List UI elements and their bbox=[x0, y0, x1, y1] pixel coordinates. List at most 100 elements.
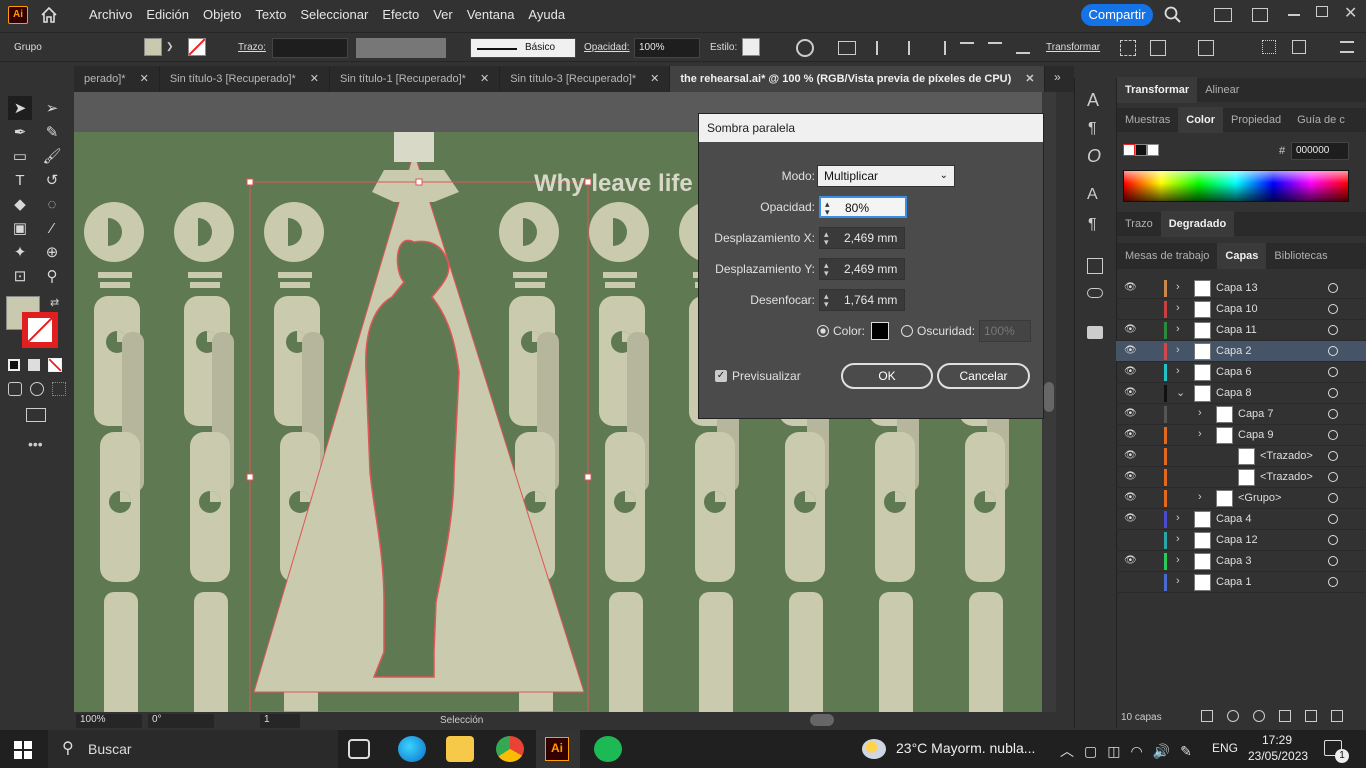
layer-row[interactable]: 👁 ⌄ Capa 8 bbox=[1116, 383, 1366, 404]
tab-libraries[interactable]: Bibliotecas bbox=[1266, 243, 1335, 269]
tab-transform[interactable]: Transformar bbox=[1117, 77, 1198, 103]
notifications-icon[interactable]: 1 bbox=[1324, 740, 1349, 763]
eraser-tool-icon[interactable]: ◆ bbox=[8, 192, 32, 216]
stroke-weight-dropdown[interactable] bbox=[272, 38, 348, 58]
chevron-right-icon[interactable]: › bbox=[1176, 512, 1180, 524]
blur-input[interactable]: ▴ ▾ 1,764 mm bbox=[819, 289, 905, 311]
share-button[interactable]: Compartir bbox=[1081, 4, 1153, 26]
layer-row[interactable]: 👁 › Capa 7 bbox=[1116, 404, 1366, 425]
chrome-icon[interactable] bbox=[496, 736, 524, 762]
blend-tool-icon[interactable]: ⊕ bbox=[40, 240, 64, 264]
weather-icon[interactable] bbox=[862, 739, 886, 759]
new-sublayer-icon[interactable] bbox=[1279, 710, 1291, 722]
comments-icon[interactable] bbox=[1087, 326, 1103, 339]
layer-row[interactable]: 👁 <Trazado> bbox=[1116, 446, 1366, 467]
panel-menu-icon[interactable] bbox=[1340, 41, 1354, 53]
draw-inside-icon[interactable] bbox=[52, 382, 66, 396]
hex-input[interactable]: 000000 bbox=[1291, 142, 1349, 160]
tab-color[interactable]: Color bbox=[1178, 107, 1223, 133]
visibility-eye-icon[interactable]: 👁 bbox=[1124, 492, 1137, 503]
close-tab-icon[interactable]: ✕ bbox=[1025, 73, 1034, 85]
opacity-input[interactable]: ▴ ▾ 80% bbox=[819, 196, 907, 218]
visibility-eye-icon[interactable]: 👁 bbox=[1124, 366, 1137, 377]
vertical-scroll-thumb[interactable] bbox=[1044, 382, 1054, 412]
recolor-icon[interactable] bbox=[796, 39, 814, 57]
edit-toolbar-icon[interactable]: ••• bbox=[28, 436, 43, 452]
paragraph-styles-icon[interactable]: ¶ bbox=[1088, 216, 1097, 234]
cancel-button[interactable]: Cancelar bbox=[937, 363, 1030, 389]
file-explorer-icon[interactable] bbox=[446, 736, 474, 762]
zoom-dropdown[interactable]: 100% bbox=[76, 714, 142, 728]
chevron-right-icon[interactable]: › bbox=[1198, 491, 1202, 503]
paintbrush-tool-icon[interactable]: 🖌 bbox=[40, 144, 64, 168]
tab-stroke[interactable]: Trazo bbox=[1117, 211, 1161, 237]
rectangle-tool-icon[interactable]: ▭ bbox=[8, 144, 32, 168]
close-tab-icon[interactable]: ✕ bbox=[480, 73, 489, 85]
layer-target-icon[interactable] bbox=[1328, 388, 1338, 398]
gradient-mode-icon[interactable] bbox=[28, 359, 40, 371]
stepper-icon[interactable]: ▴ ▾ bbox=[824, 230, 829, 247]
visibility-eye-icon[interactable]: 👁 bbox=[1124, 450, 1137, 461]
artboard-number[interactable]: 1 bbox=[260, 714, 300, 728]
export-icon[interactable] bbox=[1087, 258, 1103, 274]
tab-document-2[interactable]: Sin título-1 [Recuperado]* ✕ bbox=[330, 66, 501, 92]
align-left-icon[interactable] bbox=[876, 41, 888, 55]
layer-target-icon[interactable] bbox=[1328, 283, 1338, 293]
chevron-right-icon[interactable]: › bbox=[1176, 365, 1180, 377]
minimize-icon[interactable] bbox=[1288, 14, 1300, 16]
layer-target-icon[interactable] bbox=[1328, 367, 1338, 377]
shape-builder-tool-icon[interactable]: ✦ bbox=[8, 240, 32, 264]
layer-row[interactable]: 👁 <Trazado> bbox=[1116, 467, 1366, 488]
layer-target-icon[interactable] bbox=[1328, 304, 1338, 314]
close-tab-icon[interactable]: ✕ bbox=[140, 73, 149, 85]
color-white-swatch[interactable] bbox=[1147, 144, 1159, 156]
menu-archivo[interactable]: Archivo bbox=[82, 1, 139, 29]
menu-edicion[interactable]: Edición bbox=[139, 1, 196, 29]
shadow-color-swatch[interactable] bbox=[871, 322, 889, 340]
chevron-right-icon[interactable]: › bbox=[1198, 428, 1202, 440]
visibility-eye-icon[interactable]: 👁 bbox=[1124, 282, 1137, 293]
layer-row[interactable]: › Capa 10 bbox=[1116, 299, 1366, 320]
transform-icon[interactable] bbox=[1120, 40, 1136, 56]
mode-select[interactable]: Multiplicar ⌄ bbox=[817, 165, 955, 187]
color-black-swatch[interactable] bbox=[1135, 144, 1147, 156]
visibility-eye-icon[interactable]: 👁 bbox=[1124, 429, 1137, 440]
layer-target-icon[interactable] bbox=[1328, 409, 1338, 419]
menu-objeto[interactable]: Objeto bbox=[196, 1, 248, 29]
trash-icon[interactable] bbox=[1331, 710, 1343, 722]
paragraph-icon[interactable]: ¶ bbox=[1088, 120, 1097, 138]
offset-y-input[interactable]: ▴ ▾ 2,469 mm bbox=[819, 258, 905, 280]
menu-ver[interactable]: Ver bbox=[426, 1, 460, 29]
tab-document-1[interactable]: Sin título-3 [Recuperado]* ✕ bbox=[160, 66, 330, 92]
search-icon[interactable] bbox=[1164, 6, 1182, 27]
tab-gradient[interactable]: Degradado bbox=[1160, 211, 1235, 237]
workspace-icon[interactable] bbox=[1252, 8, 1268, 22]
preview-checkbox[interactable]: ✓ bbox=[715, 370, 727, 382]
windows-start-icon[interactable] bbox=[14, 741, 32, 759]
horizontal-scroll-thumb[interactable] bbox=[810, 714, 834, 726]
layer-target-icon[interactable] bbox=[1328, 577, 1338, 587]
tab-artboards[interactable]: Mesas de trabajo bbox=[1117, 243, 1217, 269]
artboard-tool-icon[interactable]: ⊡ bbox=[8, 264, 32, 288]
fill-swatch[interactable] bbox=[144, 38, 162, 56]
weather-text[interactable]: 23°C Mayorm. nubla... bbox=[896, 740, 1035, 756]
opacity-input[interactable]: 100% bbox=[634, 38, 700, 58]
tab-guide[interactable]: Guía de c bbox=[1289, 107, 1353, 133]
task-view-icon[interactable] bbox=[348, 739, 370, 759]
layer-row[interactable]: 👁 › Capa 9 bbox=[1116, 425, 1366, 446]
tab-layers[interactable]: Capas bbox=[1217, 243, 1267, 269]
visibility-eye-icon[interactable]: 👁 bbox=[1124, 408, 1137, 419]
chevron-right-icon[interactable]: › bbox=[1176, 302, 1180, 314]
layer-row[interactable]: 👁 › Capa 13 bbox=[1116, 278, 1366, 299]
tray-app-icon[interactable]: ▢ bbox=[1084, 743, 1097, 760]
layer-target-icon[interactable] bbox=[1328, 325, 1338, 335]
selection-tool-icon[interactable]: ➤ bbox=[8, 96, 32, 120]
chevron-up-icon[interactable]: ︿ bbox=[1060, 741, 1074, 761]
tab-properties[interactable]: Propiedad bbox=[1223, 107, 1289, 133]
layer-row[interactable]: 👁 › Capa 3 bbox=[1116, 551, 1366, 572]
style-swatch[interactable] bbox=[742, 38, 760, 56]
chevron-right-icon[interactable]: › bbox=[1176, 281, 1180, 293]
align-middle-icon[interactable] bbox=[988, 42, 1002, 54]
warp-icon[interactable] bbox=[1150, 40, 1166, 56]
chevron-right-icon[interactable]: › bbox=[1176, 533, 1180, 545]
